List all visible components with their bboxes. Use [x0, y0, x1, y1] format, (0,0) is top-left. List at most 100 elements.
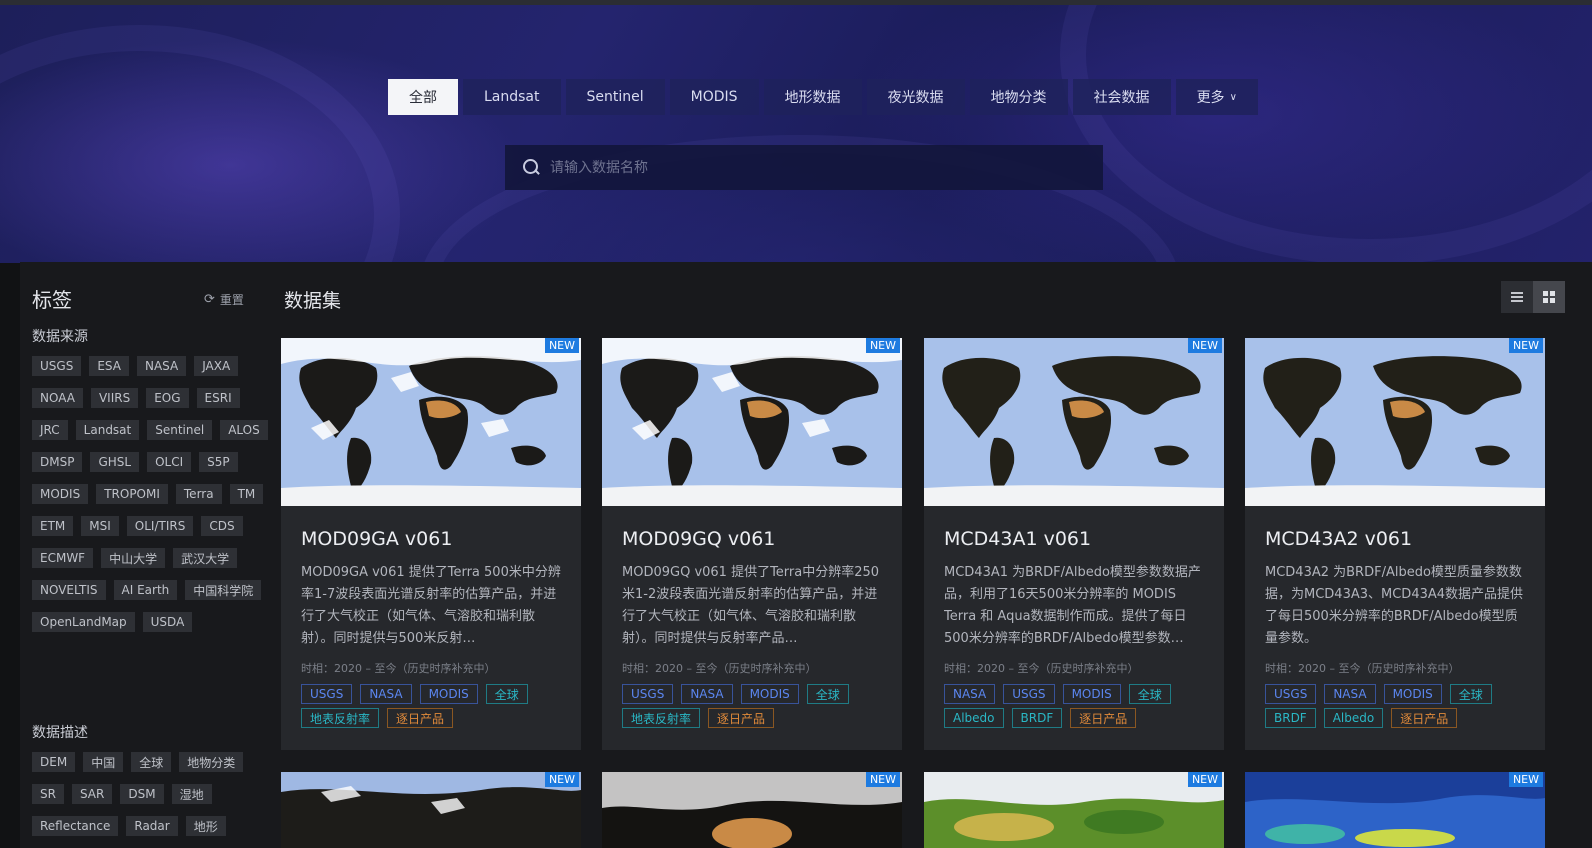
tab-landsat[interactable]: Landsat: [463, 79, 561, 115]
filter-tag[interactable]: NOVELTIS: [32, 580, 106, 600]
dataset-tag[interactable]: USGS: [622, 684, 674, 704]
dataset-card[interactable]: NEW: [924, 772, 1224, 848]
dataset-tag[interactable]: USGS: [301, 684, 353, 704]
dataset-name[interactable]: MOD09GA v061: [301, 528, 452, 550]
dataset-tag[interactable]: USGS: [1003, 684, 1055, 704]
dataset-tag[interactable]: Albedo: [1323, 708, 1384, 728]
dataset-tag[interactable]: MODIS: [419, 684, 478, 704]
filter-tag[interactable]: 武汉大学: [173, 548, 238, 568]
dataset-card[interactable]: NEW: [1245, 772, 1545, 848]
filter-tag[interactable]: JRC: [32, 420, 68, 440]
dataset-tag[interactable]: 全球: [806, 684, 849, 704]
filter-tag[interactable]: AI Earth: [113, 580, 178, 600]
dataset-thumbnail[interactable]: NEW: [1245, 338, 1545, 506]
filter-tag[interactable]: OLI/TIRS: [126, 516, 194, 536]
dataset-tag[interactable]: 逐日产品: [708, 708, 775, 728]
filter-tag[interactable]: USDA: [142, 612, 193, 632]
dataset-tag[interactable]: 逐日产品: [1391, 708, 1458, 728]
dataset-tag[interactable]: 逐日产品: [1070, 708, 1137, 728]
grid-view-button[interactable]: [1533, 281, 1565, 313]
filter-tag[interactable]: ETM: [32, 516, 74, 536]
dataset-tag[interactable]: NASA: [681, 684, 733, 704]
dataset-tag[interactable]: MODIS: [1062, 684, 1121, 704]
tab-terrain[interactable]: 地形数据: [763, 79, 862, 115]
dataset-tag[interactable]: MODIS: [1383, 684, 1442, 704]
filter-tag[interactable]: Landsat: [75, 420, 140, 440]
filter-tag[interactable]: CDS: [201, 516, 243, 536]
filter-tag[interactable]: VIIRS: [90, 388, 139, 408]
dataset-name[interactable]: MOD09GQ v061: [622, 528, 775, 550]
filter-tag[interactable]: NASA: [136, 356, 187, 376]
dataset-name[interactable]: MCD43A2 v061: [1265, 528, 1412, 550]
dataset-card[interactable]: NEW MOD09GQ v061 MOD09GQ v061 提供了Terra中分辨率…: [602, 338, 902, 750]
tab-landcover[interactable]: 地物分类: [969, 79, 1068, 115]
dataset-tag[interactable]: USGS: [1265, 684, 1317, 704]
dataset-tag[interactable]: 全球: [1128, 684, 1171, 704]
list-view-button[interactable]: [1501, 281, 1533, 313]
dataset-thumbnail[interactable]: NEW: [602, 772, 902, 848]
dataset-tag[interactable]: 逐日产品: [387, 708, 454, 728]
filter-tag[interactable]: USGS: [32, 356, 82, 376]
dataset-tag[interactable]: NASA: [360, 684, 412, 704]
dataset-card[interactable]: NEW MCD43A2 v061 MCD43A2 为BRDF/Albedo模型质量参…: [1245, 338, 1545, 750]
dataset-tag[interactable]: 地表反射率: [622, 708, 701, 728]
filter-tag[interactable]: GHSL: [90, 452, 140, 472]
search-input[interactable]: [550, 159, 1070, 176]
filter-tag[interactable]: 全球: [131, 752, 172, 772]
dataset-tag[interactable]: BRDF: [1265, 708, 1316, 728]
dataset-thumbnail[interactable]: NEW: [1245, 772, 1545, 848]
filter-tag[interactable]: ECMWF: [32, 548, 94, 568]
dataset-card[interactable]: NEW: [602, 772, 902, 848]
filter-tag[interactable]: Terra: [175, 484, 222, 504]
tab-more[interactable]: 更多 ∨: [1175, 79, 1258, 115]
filter-tag[interactable]: ESRI: [196, 388, 240, 408]
filter-tag[interactable]: Sentinel: [147, 420, 213, 440]
tab-sentinel[interactable]: Sentinel: [565, 79, 665, 115]
dataset-thumbnail[interactable]: NEW: [281, 338, 581, 506]
dataset-tag[interactable]: 全球: [485, 684, 528, 704]
dataset-tag[interactable]: 地表反射率: [301, 708, 380, 728]
filter-tag[interactable]: SAR: [71, 784, 113, 804]
filter-tag[interactable]: TROPOMI: [96, 484, 168, 504]
filter-tag[interactable]: Reflectance: [32, 816, 119, 836]
filter-tag[interactable]: DEM: [32, 752, 76, 772]
filter-tag[interactable]: Radar: [126, 816, 178, 836]
dataset-thumbnail[interactable]: NEW: [602, 338, 902, 506]
filter-tag[interactable]: ALOS: [220, 420, 268, 440]
dataset-tag[interactable]: 全球: [1449, 684, 1492, 704]
filter-tag[interactable]: TM: [229, 484, 264, 504]
tab-all[interactable]: 全部: [388, 79, 458, 115]
dataset-tag[interactable]: Albedo: [944, 708, 1004, 728]
filter-tag[interactable]: JAXA: [194, 356, 239, 376]
dataset-thumbnail[interactable]: NEW: [924, 772, 1224, 848]
reset-button[interactable]: ⟳ 重置: [204, 291, 244, 308]
filter-tag[interactable]: SR: [32, 784, 64, 804]
filter-tag[interactable]: 湿地: [171, 784, 212, 804]
dataset-card[interactable]: NEW: [281, 772, 581, 848]
filter-tag[interactable]: 中山大学: [101, 548, 166, 568]
filter-tag[interactable]: DSM: [120, 784, 164, 804]
filter-tag[interactable]: S5P: [199, 452, 238, 472]
dataset-card[interactable]: NEW MCD43A1 v061 MCD43A1 为BRDF/Albedo模型参数数…: [924, 338, 1224, 750]
filter-tag[interactable]: OLCI: [147, 452, 192, 472]
filter-tag[interactable]: 中国科学院: [185, 580, 262, 600]
dataset-tag[interactable]: BRDF: [1011, 708, 1063, 728]
filter-tag[interactable]: 地物分类: [179, 752, 244, 772]
filter-tag[interactable]: MSI: [81, 516, 119, 536]
dataset-card[interactable]: NEW MOD09GA v061 MOD09GA v061 提供了Terra 500…: [281, 338, 581, 750]
tab-social[interactable]: 社会数据: [1072, 79, 1171, 115]
filter-tag[interactable]: ESA: [89, 356, 129, 376]
tab-modis[interactable]: MODIS: [669, 79, 759, 115]
filter-tag[interactable]: EOG: [146, 388, 189, 408]
dataset-tag[interactable]: NASA: [944, 684, 996, 704]
dataset-tag[interactable]: MODIS: [740, 684, 799, 704]
filter-tag[interactable]: 中国: [83, 752, 124, 772]
filter-tag[interactable]: OpenLandMap: [32, 612, 135, 632]
filter-tag[interactable]: 地形: [185, 816, 226, 836]
filter-tag[interactable]: MODIS: [32, 484, 89, 504]
dataset-thumbnail[interactable]: NEW: [281, 772, 581, 848]
tab-nightlight[interactable]: 夜光数据: [866, 79, 965, 115]
dataset-tag[interactable]: NASA: [1324, 684, 1376, 704]
dataset-thumbnail[interactable]: NEW: [924, 338, 1224, 506]
filter-tag[interactable]: DMSP: [32, 452, 83, 472]
